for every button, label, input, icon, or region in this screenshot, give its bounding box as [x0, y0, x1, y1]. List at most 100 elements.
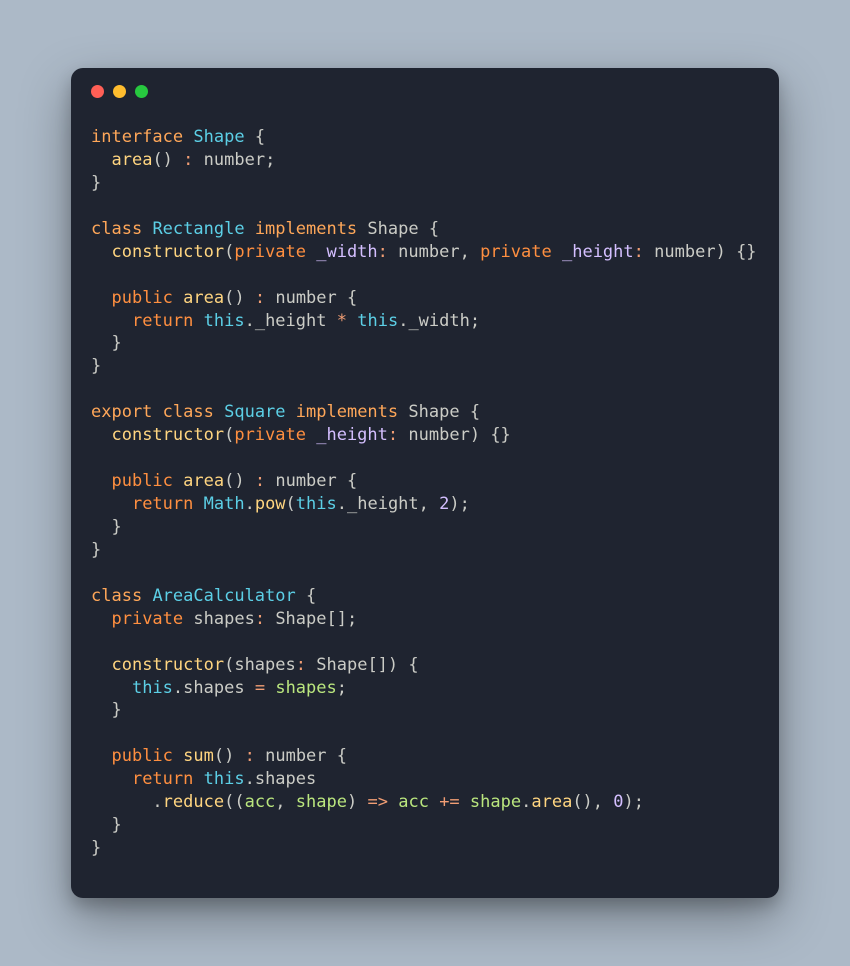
code-token [347, 311, 357, 331]
code-token: number [398, 242, 459, 262]
code-token [357, 219, 367, 239]
code-token [193, 494, 203, 514]
code-token: class [91, 219, 142, 239]
code-token: private [234, 242, 306, 262]
code-token: this [296, 494, 337, 514]
code-token: AreaCalculator [152, 586, 295, 606]
window-titlebar [71, 68, 779, 104]
code-token: shapes [255, 769, 316, 789]
code-token: sum [183, 746, 214, 766]
code-token: return [132, 311, 193, 331]
code-token: number [654, 242, 715, 262]
code-token: } [91, 838, 101, 858]
code-token [183, 127, 193, 147]
code-token [91, 678, 132, 698]
code-token: { [429, 219, 439, 239]
code-token: shape [470, 792, 521, 812]
code-token: shapes [275, 678, 336, 698]
code-line: return this.shapes [91, 769, 316, 789]
code-line: } [91, 356, 101, 376]
code-token: shapes [234, 655, 295, 675]
code-line: } [91, 815, 122, 835]
code-line: } [91, 540, 101, 560]
code-token: ; [460, 494, 470, 514]
code-line: } [91, 173, 101, 193]
code-token: : [388, 425, 398, 445]
code-line: public sum() : number { [91, 746, 347, 766]
close-icon[interactable] [91, 85, 104, 98]
code-token: _width [408, 311, 469, 331]
code-token [91, 242, 111, 262]
code-token: . [245, 494, 255, 514]
code-token: Math [204, 494, 245, 514]
code-line: constructor(shapes: Shape[]) { [91, 655, 419, 675]
code-token: : [255, 288, 265, 308]
code-token [265, 609, 275, 629]
code-token [460, 792, 470, 812]
code-token [306, 425, 316, 445]
code-token [265, 471, 275, 491]
code-token: ) [470, 425, 480, 445]
code-token: { [337, 746, 347, 766]
code-token [327, 746, 337, 766]
code-token: ( [224, 655, 234, 675]
code-token [91, 769, 132, 789]
code-token [91, 311, 132, 331]
code-token: number [275, 471, 336, 491]
minimize-icon[interactable] [113, 85, 126, 98]
code-token [91, 517, 111, 537]
code-token: Shape [367, 219, 418, 239]
editor-window: interface Shape { area () : number; } cla… [71, 68, 779, 898]
code-token: ) [716, 242, 726, 262]
code-token [603, 792, 613, 812]
code-token [726, 242, 736, 262]
code-token: : [245, 746, 255, 766]
code-line: class Rectangle implements Shape { [91, 219, 439, 239]
code-token [429, 494, 439, 514]
code-token: * [337, 311, 347, 331]
code-token: ( [224, 242, 234, 262]
code-token: number [265, 746, 326, 766]
zoom-icon[interactable] [135, 85, 148, 98]
code-token: () [224, 471, 244, 491]
code-token: constructor [111, 242, 224, 262]
code-token: ) [624, 792, 634, 812]
code-token [286, 792, 296, 812]
code-token: ; [347, 609, 357, 629]
code-token: , [460, 242, 470, 262]
code-token: area [531, 792, 572, 812]
code-token: interface [91, 127, 183, 147]
code-token [91, 150, 111, 170]
code-token: : [634, 242, 644, 262]
code-token: ( [286, 494, 296, 514]
code-token: { [306, 586, 316, 606]
code-line: public area() : number { [91, 288, 357, 308]
code-token [644, 242, 654, 262]
code-token: { [347, 288, 357, 308]
code-token [296, 586, 306, 606]
code-token: , [419, 494, 429, 514]
code-line: } [91, 838, 101, 858]
code-token: this [132, 678, 173, 698]
code-line: constructor(private _width: number, priv… [91, 242, 757, 262]
code-token: = [255, 678, 265, 698]
code-token: } [111, 333, 121, 353]
code-token [142, 219, 152, 239]
code-token: {} [490, 425, 510, 445]
code-token: { [255, 127, 265, 147]
code-token [326, 311, 336, 331]
code-token [91, 609, 111, 629]
code-token [152, 402, 162, 422]
code-token: } [111, 517, 121, 537]
code-token: this [357, 311, 398, 331]
code-token: ) [449, 494, 459, 514]
code-token [91, 425, 111, 445]
code-token [91, 746, 111, 766]
code-token: (( [224, 792, 244, 812]
code-token [429, 792, 439, 812]
code-token [91, 288, 111, 308]
code-token: number [275, 288, 336, 308]
code-token: {} [736, 242, 756, 262]
code-token: constructor [111, 425, 224, 445]
code-token [91, 792, 152, 812]
